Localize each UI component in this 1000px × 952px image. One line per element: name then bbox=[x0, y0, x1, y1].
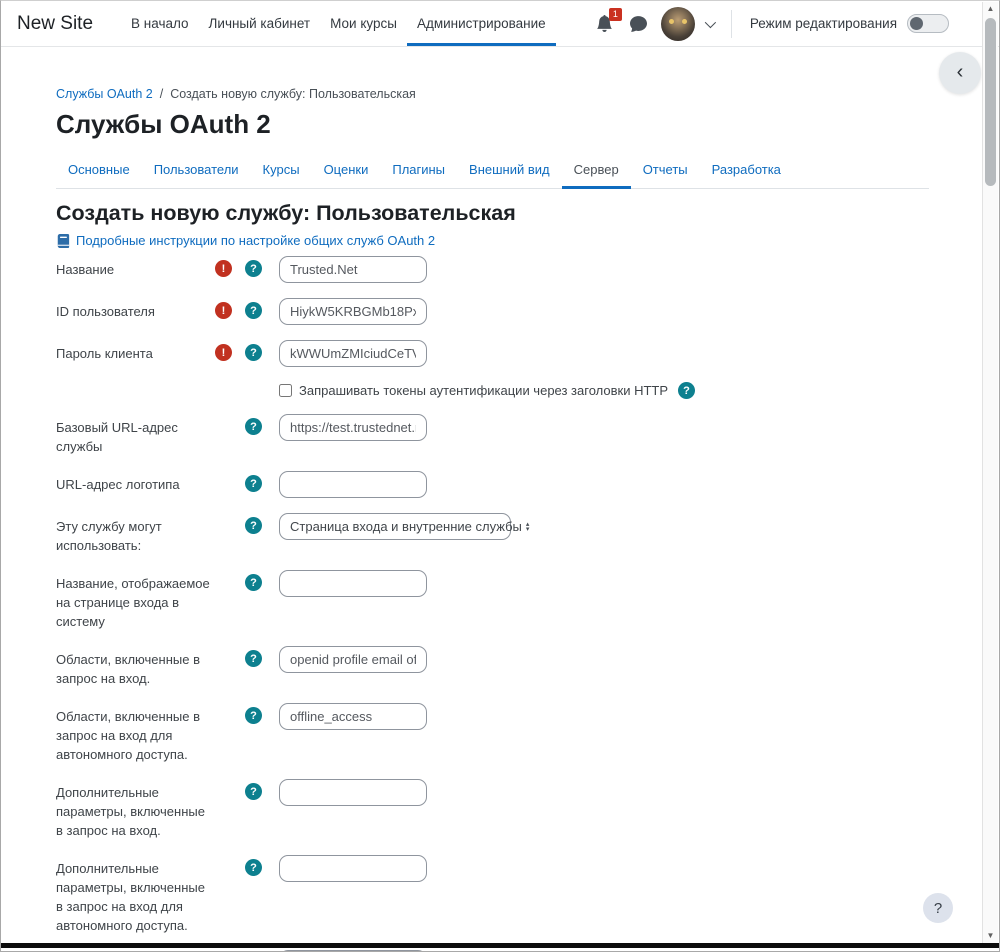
notifications-bell-icon[interactable]: 1 bbox=[593, 12, 617, 36]
primary-nav: В начало Личный кабинет Мои курсы Админи… bbox=[121, 1, 556, 46]
vertical-scrollbar[interactable]: ▲ ▼ bbox=[982, 2, 998, 943]
tab-server[interactable]: Сервер bbox=[562, 154, 631, 189]
field-label: Название bbox=[56, 256, 214, 279]
field-label: Области, включенные в запрос на вход для… bbox=[56, 703, 214, 764]
form-row-offline-params: Дополнительные параметры, включенные в з… bbox=[56, 855, 929, 935]
help-icon[interactable]: ? bbox=[245, 517, 262, 534]
field-label: URL-адрес логотипа bbox=[56, 471, 214, 494]
navbar: New Site В начало Личный кабинет Мои кур… bbox=[1, 1, 999, 47]
oauth2-docs-link[interactable]: Подробные инструкции по настройке общих … bbox=[76, 233, 435, 248]
nav-item-my-courses[interactable]: Мои курсы bbox=[320, 1, 407, 46]
help-icon[interactable]: ? bbox=[245, 650, 262, 667]
http-tokens-checkbox[interactable] bbox=[279, 384, 292, 397]
logo-url-input[interactable] bbox=[279, 471, 427, 498]
http-tokens-checkbox-row: Запрашивать токены аутентификации через … bbox=[279, 382, 929, 399]
tab-general[interactable]: Основные bbox=[56, 154, 142, 189]
navbar-divider bbox=[731, 10, 732, 38]
nav-item-home[interactable]: В начало bbox=[121, 1, 199, 46]
docs-link-row: Подробные инструкции по настройке общих … bbox=[56, 233, 929, 248]
field-label: Дополнительные параметры, включенные в з… bbox=[56, 855, 214, 935]
help-icon[interactable]: ? bbox=[245, 707, 262, 724]
form-row-login-scopes: Области, включенные в запрос на вход. ? bbox=[56, 646, 929, 688]
tab-grades[interactable]: Оценки bbox=[312, 154, 381, 189]
help-icon[interactable]: ? bbox=[245, 344, 262, 361]
main-content: Службы OAuth 2 / Создать новую службу: П… bbox=[1, 47, 999, 952]
field-label: Пароль клиента bbox=[56, 340, 214, 363]
http-tokens-checkbox-label[interactable]: Запрашивать токены аутентификации через … bbox=[299, 383, 668, 398]
field-label: Области, включенные в запрос на вход. bbox=[56, 646, 214, 688]
form-heading: Создать новую службу: Пользовательская bbox=[56, 201, 929, 226]
edit-mode-label: Режим редактирования bbox=[750, 16, 897, 31]
scrollbar-thumb[interactable] bbox=[985, 18, 996, 186]
required-icon: ! bbox=[215, 260, 232, 277]
book-icon bbox=[56, 234, 70, 248]
base-url-input[interactable] bbox=[279, 414, 427, 441]
help-icon[interactable]: ? bbox=[245, 859, 262, 876]
field-label: ID пользователя bbox=[56, 298, 214, 321]
user-avatar[interactable] bbox=[661, 7, 695, 41]
field-label: Эту службу могут использовать: bbox=[56, 513, 214, 555]
form-row-name: Название ! ? bbox=[56, 256, 929, 283]
open-drawer-chevron-left-button[interactable]: ‹ bbox=[939, 52, 981, 94]
tab-courses[interactable]: Курсы bbox=[251, 154, 312, 189]
form-row-login-params: Дополнительные параметры, включенные в з… bbox=[56, 779, 929, 840]
messages-chat-icon[interactable] bbox=[627, 12, 651, 36]
breadcrumb-oauth2-link[interactable]: Службы OAuth 2 bbox=[56, 87, 153, 101]
field-label: Название, отображаемое на странице входа… bbox=[56, 570, 214, 631]
breadcrumb-separator: / bbox=[160, 87, 163, 101]
tab-reports[interactable]: Отчеты bbox=[631, 154, 700, 189]
help-icon[interactable]: ? bbox=[245, 783, 262, 800]
browser-viewport: New Site В начало Личный кабинет Мои кур… bbox=[0, 0, 1000, 952]
oauth2-form: Название ! ? ID пользователя ! ? Пароль … bbox=[56, 256, 929, 952]
form-row-show-on-login: Эту службу могут использовать: ? Страниц… bbox=[56, 513, 929, 555]
form-row-client-secret: Пароль клиента ! ? bbox=[56, 340, 929, 367]
window-bottom-edge bbox=[1, 943, 999, 948]
user-menu-chevron-down-icon[interactable] bbox=[705, 16, 716, 27]
page-title: Службы OAuth 2 bbox=[56, 109, 929, 140]
login-page-name-input[interactable] bbox=[279, 570, 427, 597]
client-id-input[interactable] bbox=[279, 298, 427, 325]
scroll-down-arrow-icon[interactable]: ▼ bbox=[987, 929, 995, 943]
name-input[interactable] bbox=[279, 256, 427, 283]
admin-tabs: Основные Пользователи Курсы Оценки Плаги… bbox=[56, 154, 929, 189]
select-arrows-icon: ▴▾ bbox=[526, 522, 530, 532]
nav-item-administration[interactable]: Администрирование bbox=[407, 1, 556, 46]
form-row-login-page-name: Название, отображаемое на странице входа… bbox=[56, 570, 929, 631]
offline-params-input[interactable] bbox=[279, 855, 427, 882]
help-icon[interactable]: ? bbox=[678, 382, 695, 399]
help-icon[interactable]: ? bbox=[245, 302, 262, 319]
nav-item-dashboard[interactable]: Личный кабинет bbox=[199, 1, 321, 46]
help-icon[interactable]: ? bbox=[245, 260, 262, 277]
help-fab-button[interactable]: ? bbox=[923, 893, 953, 923]
scroll-up-arrow-icon[interactable]: ▲ bbox=[987, 2, 995, 16]
client-secret-input[interactable] bbox=[279, 340, 427, 367]
field-label: Базовый URL-адрес службы bbox=[56, 414, 214, 456]
form-row-logo-url: URL-адрес логотипа ? bbox=[56, 471, 929, 498]
tab-plugins[interactable]: Плагины bbox=[380, 154, 457, 189]
tab-appearance[interactable]: Внешний вид bbox=[457, 154, 562, 189]
selected-option: Страница входа и внутренние службы bbox=[290, 519, 522, 534]
required-icon: ! bbox=[215, 344, 232, 361]
site-brand[interactable]: New Site bbox=[17, 1, 93, 46]
help-icon[interactable]: ? bbox=[245, 574, 262, 591]
help-icon[interactable]: ? bbox=[245, 418, 262, 435]
form-row-client-id: ID пользователя ! ? bbox=[56, 298, 929, 325]
required-icon: ! bbox=[215, 302, 232, 319]
navbar-right: 1 Режим редактирования bbox=[593, 1, 949, 46]
field-label: Дополнительные параметры, включенные в з… bbox=[56, 779, 214, 840]
login-scopes-input[interactable] bbox=[279, 646, 427, 673]
help-icon[interactable]: ? bbox=[245, 475, 262, 492]
form-row-base-url: Базовый URL-адрес службы ? bbox=[56, 414, 929, 456]
tab-users[interactable]: Пользователи bbox=[142, 154, 251, 189]
edit-mode-toggle[interactable] bbox=[907, 14, 949, 33]
tab-development[interactable]: Разработка bbox=[700, 154, 793, 189]
breadcrumb: Службы OAuth 2 / Создать новую службу: П… bbox=[56, 87, 929, 101]
breadcrumb-current: Создать новую службу: Пользовательская bbox=[170, 87, 416, 101]
show-on-login-select[interactable]: Страница входа и внутренние службы ▴▾ bbox=[279, 513, 511, 540]
form-row-offline-scopes: Области, включенные в запрос на вход для… bbox=[56, 703, 929, 764]
offline-scopes-input[interactable] bbox=[279, 703, 427, 730]
notification-count-badge: 1 bbox=[609, 8, 622, 21]
login-params-input[interactable] bbox=[279, 779, 427, 806]
